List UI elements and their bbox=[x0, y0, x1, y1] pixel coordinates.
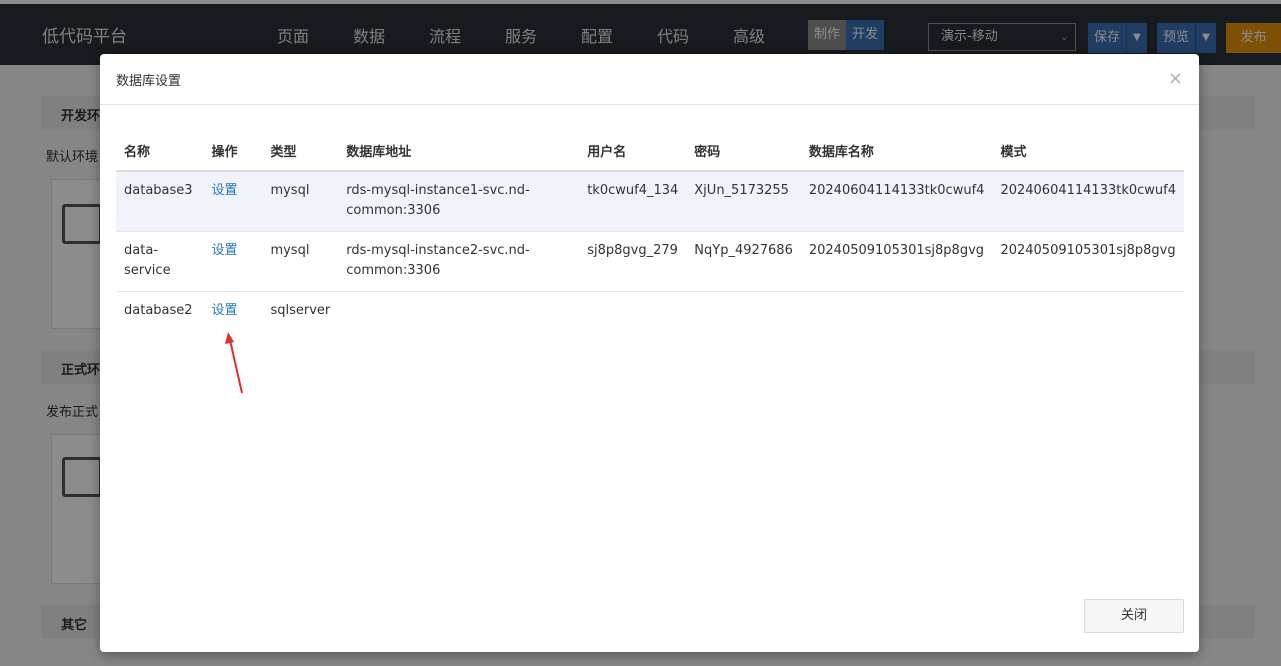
db-type-cell: mysql bbox=[262, 231, 339, 292]
column-header: 类型 bbox=[262, 133, 339, 172]
table-row: database3 设置 mysql rds-mysql-instance1-s… bbox=[116, 171, 1184, 232]
close-button[interactable]: 关闭 bbox=[1084, 599, 1184, 633]
close-icon[interactable]: × bbox=[1168, 68, 1183, 89]
db-name-cell: database2 bbox=[124, 303, 193, 318]
table-row: data-service 设置 mysql rds-mysql-instance… bbox=[116, 231, 1184, 292]
dialog-header: 数据库设置 × bbox=[100, 54, 1199, 105]
username-cell: sj8p8gvg_279 bbox=[579, 231, 687, 292]
column-header: 用户名 bbox=[579, 133, 687, 172]
password-cell: XjUn_5173255 bbox=[686, 171, 801, 232]
database-name-cell: 20240604114133tk0cwuf4 bbox=[800, 171, 993, 232]
db-type-cell: sqlserver bbox=[270, 303, 331, 318]
username-cell: tk0cwuf4_134 bbox=[579, 171, 687, 232]
database-name-cell bbox=[801, 292, 993, 332]
db-type-cell: mysql bbox=[262, 171, 339, 232]
column-header: 操作 bbox=[203, 133, 263, 172]
column-header: 模式 bbox=[992, 133, 1184, 172]
table-header-row: 名称 操作 类型 数据库地址 用户名 密码 数据库名称 模式 bbox=[116, 133, 1184, 172]
db-address-cell bbox=[338, 292, 579, 332]
column-header: 密码 bbox=[686, 133, 801, 172]
settings-link[interactable]: 设置 bbox=[204, 292, 263, 332]
settings-link[interactable]: 设置 bbox=[203, 171, 263, 232]
column-header: 数据库地址 bbox=[338, 133, 580, 172]
db-address-cell: rds-mysql-instance2-svc.nd-common:3306 bbox=[338, 231, 580, 292]
table-row: database2 设置 sqlserver bbox=[116, 292, 1184, 332]
database-name-cell: 20240509105301sj8p8gvg bbox=[800, 231, 993, 292]
schema-cell bbox=[992, 292, 1184, 332]
password-cell: NqYp_4927686 bbox=[686, 231, 801, 292]
db-name-cell: database3 bbox=[116, 171, 204, 232]
settings-link[interactable]: 设置 bbox=[203, 231, 263, 292]
column-header: 名称 bbox=[116, 133, 204, 172]
db-name-cell: data-service bbox=[116, 231, 204, 292]
dialog-title: 数据库设置 bbox=[116, 74, 182, 89]
db-address-cell: rds-mysql-instance1-svc.nd-common:3306 bbox=[338, 171, 580, 232]
username-cell bbox=[579, 292, 686, 332]
column-header: 数据库名称 bbox=[800, 133, 993, 172]
schema-cell: 20240604114133tk0cwuf4 bbox=[992, 171, 1184, 232]
schema-cell: 20240509105301sj8p8gvg bbox=[992, 231, 1184, 292]
password-cell bbox=[686, 292, 801, 332]
database-table: 名称 操作 类型 数据库地址 用户名 密码 数据库名称 模式 database3… bbox=[116, 133, 1184, 331]
database-settings-dialog: 数据库设置 × 名称 操作 类型 数据库地址 用户名 密码 数据库名称 模式 d… bbox=[100, 54, 1199, 652]
